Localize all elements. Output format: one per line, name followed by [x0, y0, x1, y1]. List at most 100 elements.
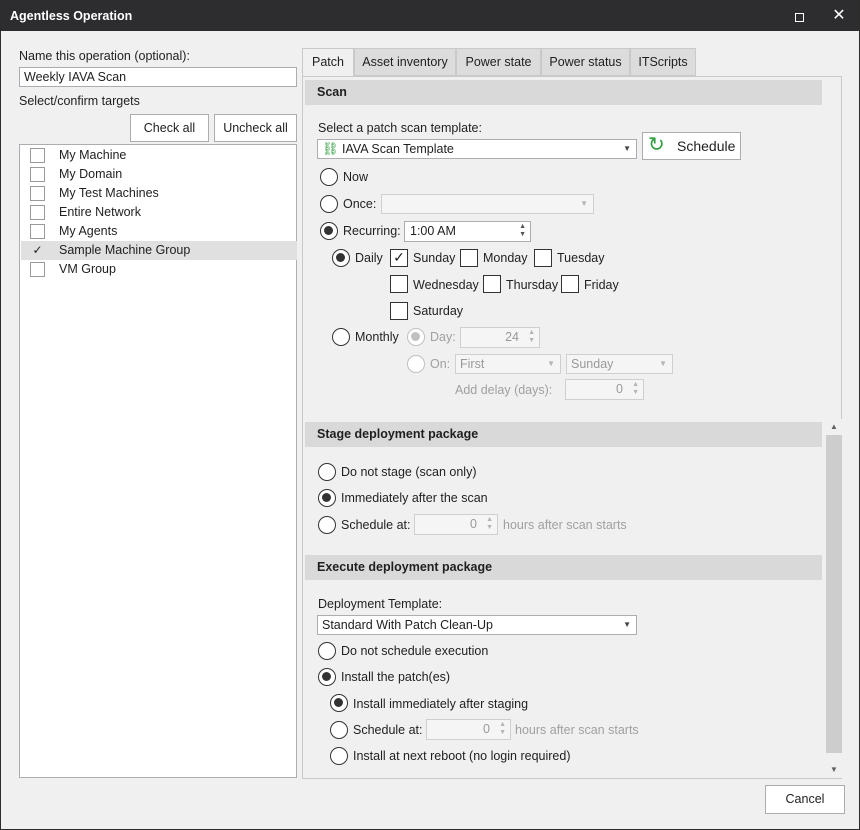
add-delay-label: Add delay (days): [455, 383, 553, 397]
chevron-down-icon: ▼ [547, 359, 555, 368]
target-checkbox[interactable] [30, 148, 45, 163]
on-label: On: [430, 357, 451, 371]
recurring-radio[interactable] [320, 222, 338, 240]
panel-scrollbar[interactable]: ▲ ▼ [826, 419, 842, 778]
do-not-schedule-label: Do not schedule execution [341, 644, 489, 658]
refresh-icon: ↻ [648, 134, 665, 156]
scrollbar-thumb[interactable] [826, 435, 842, 753]
monthly-radio[interactable] [332, 328, 350, 346]
cancel-button[interactable]: Cancel [765, 785, 845, 814]
schedule-button-label: Schedule [677, 138, 736, 154]
recurring-time-stepper[interactable]: 1:00 AM ▲ ▼ [404, 221, 531, 242]
install-immediately-label: Install immediately after staging [353, 697, 529, 711]
target-item-my-domain[interactable]: My Domain [21, 165, 297, 184]
on-ordinal-value: First [460, 357, 485, 371]
target-item-my-test-machines[interactable]: My Test Machines [21, 184, 297, 203]
install-hours-stepper[interactable]: 0 ▲ ▼ [426, 719, 511, 740]
operation-name-input[interactable]: Weekly IAVA Scan [19, 67, 297, 87]
check-all-button[interactable]: Check all [130, 114, 209, 142]
stepper-arrows-icon[interactable]: ▲ ▼ [528, 329, 535, 345]
target-checkbox[interactable] [30, 262, 45, 277]
recurring-label: Recurring: [343, 224, 401, 238]
install-schedule-label: Schedule at: [353, 723, 423, 737]
execute-section-header: Execute deployment package [305, 555, 822, 580]
uncheck-all-button[interactable]: Uncheck all [214, 114, 297, 142]
tab-asset-inventory[interactable]: Asset inventory [354, 48, 456, 76]
install-patches-label: Install the patch(es) [341, 670, 451, 684]
stepper-arrows-icon[interactable]: ▲ ▼ [486, 516, 493, 532]
title-bar: Agentless Operation ✕ [1, 1, 859, 31]
friday-checkbox[interactable] [561, 275, 579, 293]
target-checkbox[interactable] [30, 224, 45, 239]
target-item-entire-network[interactable]: Entire Network [21, 203, 297, 222]
delay-value: 0 [616, 382, 623, 396]
stage-hours-stepper[interactable]: 0 ▲ ▼ [414, 514, 498, 535]
do-not-stage-label: Do not stage (scan only) [341, 465, 477, 479]
agentless-operation-window: Agentless Operation ✕ Name this operatio… [0, 0, 860, 830]
stage-hours-after-label: hours after scan starts [503, 518, 627, 532]
targets-list: My Machine My Domain My Test Machines En… [19, 144, 297, 778]
on-weekday-value: Sunday [571, 357, 614, 371]
now-label: Now [343, 170, 369, 184]
recurring-time-value: 1:00 AM [410, 224, 456, 238]
day-label: Day: [430, 330, 456, 344]
install-next-reboot-radio[interactable] [330, 747, 348, 765]
friday-label: Friday [584, 278, 619, 292]
stage-immediately-radio[interactable] [318, 489, 336, 507]
scan-template-select[interactable]: ⛓ IAVA Scan Template ▼ [317, 139, 637, 159]
thursday-label: Thursday [506, 278, 559, 292]
chevron-down-icon: ▼ [580, 199, 588, 208]
monthly-day-radio[interactable] [407, 328, 425, 346]
on-weekday-select[interactable]: Sunday ▼ [566, 354, 673, 374]
on-ordinal-select[interactable]: First ▼ [455, 354, 561, 374]
deployment-template-label: Deployment Template: [318, 597, 443, 611]
day-stepper[interactable]: 24 ▲ ▼ [460, 327, 540, 348]
once-datetime-select[interactable]: ▼ [381, 194, 594, 214]
saturday-checkbox[interactable] [390, 302, 408, 320]
monthly-on-radio[interactable] [407, 355, 425, 373]
stepper-arrows-icon[interactable]: ▲ ▼ [519, 223, 526, 239]
tab-power-state[interactable]: Power state [456, 48, 541, 76]
stage-immediately-label: Immediately after the scan [341, 491, 488, 505]
target-label: Entire Network [59, 205, 141, 219]
sunday-checkbox[interactable]: ✓ [390, 249, 408, 267]
tab-patch[interactable]: Patch [302, 48, 354, 77]
do-not-stage-radio[interactable] [318, 463, 336, 481]
schedule-button[interactable]: ↻ Schedule [642, 132, 741, 160]
chevron-down-icon: ▼ [659, 359, 667, 368]
target-checkbox[interactable] [30, 167, 45, 182]
install-patches-radio[interactable] [318, 668, 336, 686]
target-item-my-machine[interactable]: My Machine [21, 146, 297, 165]
target-label: My Agents [59, 224, 118, 238]
scroll-up-icon[interactable]: ▲ [826, 419, 842, 435]
once-radio[interactable] [320, 195, 338, 213]
now-radio[interactable] [320, 168, 338, 186]
stage-section-header: Stage deployment package [305, 422, 822, 447]
do-not-schedule-radio[interactable] [318, 642, 336, 660]
close-button[interactable]: ✕ [819, 1, 859, 31]
wednesday-checkbox[interactable] [390, 275, 408, 293]
target-item-vm-group[interactable]: VM Group [21, 260, 297, 279]
stepper-arrows-icon[interactable]: ▲ ▼ [499, 721, 506, 737]
install-schedule-radio[interactable] [330, 721, 348, 739]
tuesday-checkbox[interactable] [534, 249, 552, 267]
install-immediately-radio[interactable] [330, 694, 348, 712]
sunday-label: Sunday [413, 251, 456, 265]
target-checkbox[interactable] [30, 205, 45, 220]
target-item-sample-machine-group[interactable]: ✓ Sample Machine Group [21, 241, 297, 260]
tab-itscripts[interactable]: ITScripts [630, 48, 696, 76]
deployment-template-select[interactable]: Standard With Patch Clean-Up ▼ [317, 615, 637, 635]
monday-checkbox[interactable] [460, 249, 478, 267]
daily-radio[interactable] [332, 249, 350, 267]
stage-schedule-radio[interactable] [318, 516, 336, 534]
target-checkbox-checked[interactable]: ✓ [30, 243, 45, 258]
target-checkbox[interactable] [30, 186, 45, 201]
tab-power-status[interactable]: Power status [541, 48, 630, 76]
target-item-my-agents[interactable]: My Agents [21, 222, 297, 241]
thursday-checkbox[interactable] [483, 275, 501, 293]
stepper-arrows-icon[interactable]: ▲ ▼ [632, 381, 639, 397]
target-label: VM Group [59, 262, 116, 276]
scroll-down-icon[interactable]: ▼ [826, 762, 842, 778]
maximize-button[interactable] [779, 1, 819, 31]
delay-stepper[interactable]: 0 ▲ ▼ [565, 379, 644, 400]
